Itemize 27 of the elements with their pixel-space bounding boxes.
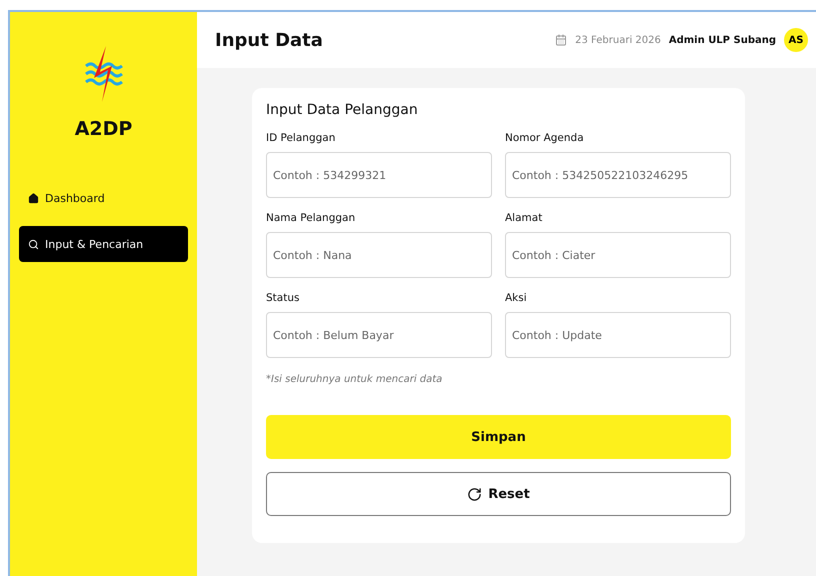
brand-name: A2DP (74, 118, 132, 140)
nav-item[interactable]: Input & Pencarian (19, 226, 188, 262)
reset-button[interactable]: Reset (266, 472, 731, 516)
calendar-icon (555, 34, 568, 46)
page-title: Input Data (215, 30, 323, 50)
field-label: Nomor Agenda (505, 132, 585, 144)
search-icon (28, 238, 39, 250)
field-label: Status (266, 292, 300, 304)
field-label: ID Pelanggan (266, 132, 336, 144)
input-field[interactable]: Contoh : 534250522103246295 (505, 152, 731, 198)
avatar[interactable]: AS (784, 28, 808, 52)
field-label: Aksi (505, 292, 528, 304)
save-button[interactable]: Simpan (266, 415, 731, 459)
hint-text: *Isi seluruhnya untuk mencari data (266, 374, 444, 385)
input-field[interactable]: Contoh : Nana (266, 232, 492, 278)
user-name: Admin ULP Subang (668, 34, 776, 46)
field-label: Alamat (505, 212, 544, 224)
nav-item[interactable]: Dashboard (19, 180, 188, 216)
form-title: Input Data Pelanggan (266, 102, 419, 118)
field-label: Nama Pelanggan (266, 212, 356, 224)
home-icon (28, 192, 39, 204)
date-text: 23 Februari 2026 (575, 34, 661, 46)
input-field[interactable]: Contoh : Update (505, 312, 731, 358)
input-field[interactable]: Contoh : 534299321 (266, 152, 492, 198)
input-field[interactable]: Contoh : Ciater (505, 232, 731, 278)
input-field[interactable]: Contoh : Belum Bayar (266, 312, 492, 358)
reset-icon (467, 486, 482, 502)
